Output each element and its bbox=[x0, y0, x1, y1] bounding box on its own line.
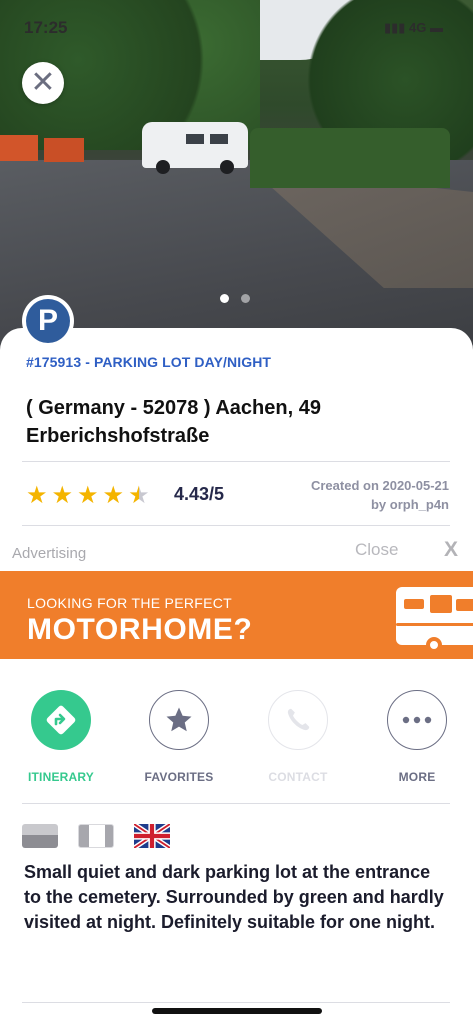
action-bar: ITINERARY FAVORITES CONTACT MORE bbox=[0, 690, 473, 790]
parking-badge: P bbox=[22, 295, 74, 347]
banner-tagline: LOOKING FOR THE PERFECT bbox=[27, 595, 232, 611]
close-icon: ✕ bbox=[30, 66, 56, 99]
place-description: Small quiet and dark parking lot at the … bbox=[24, 862, 444, 932]
flag-germany-icon[interactable] bbox=[22, 824, 58, 848]
favorites-circle[interactable] bbox=[149, 690, 209, 750]
banner-headline: MOTORHOME? bbox=[27, 613, 253, 646]
created-info: Created on 2020-05-21 by orph_p4n bbox=[311, 476, 449, 514]
photo-container bbox=[0, 135, 38, 161]
star-half-icon: ★ bbox=[128, 482, 150, 509]
advertising-label: Advertising bbox=[12, 545, 87, 562]
more-label: MORE bbox=[398, 770, 436, 784]
star-icon: ★ bbox=[102, 482, 125, 509]
divider bbox=[22, 1002, 450, 1003]
star-icon: ★ bbox=[51, 482, 74, 509]
status-time: 17:25 bbox=[24, 18, 68, 37]
created-author[interactable]: by orph_p4n bbox=[311, 495, 449, 514]
divider bbox=[22, 461, 450, 462]
motorhome-ad-banner[interactable]: LOOKING FOR THE PERFECT MOTORHOME? bbox=[0, 571, 473, 659]
star-icon bbox=[166, 707, 192, 732]
photo-pager[interactable] bbox=[220, 294, 250, 303]
ad-close-button[interactable]: Close bbox=[355, 540, 398, 560]
favorites-button[interactable]: FAVORITES bbox=[134, 690, 224, 784]
contact-circle[interactable] bbox=[268, 690, 328, 750]
created-date: Created on 2020-05-21 bbox=[310, 478, 449, 493]
rating-value: 4.43/5 bbox=[174, 484, 225, 504]
place-address: ( Germany - 52078 ) Aachen, 49 Erberichs… bbox=[26, 397, 321, 447]
star-icon: ★ bbox=[77, 482, 99, 509]
close-button[interactable]: ✕ bbox=[22, 62, 64, 104]
rating-stars: ★ ★ ★ ★ ★ bbox=[26, 481, 150, 510]
directions-icon bbox=[46, 705, 76, 735]
contact-label: CONTACT bbox=[268, 770, 328, 784]
photo-container bbox=[44, 138, 84, 162]
pager-dot[interactable] bbox=[241, 294, 250, 303]
divider bbox=[22, 525, 450, 526]
parking-icon: P bbox=[26, 299, 70, 343]
flag-uk-icon[interactable] bbox=[134, 824, 170, 848]
pager-dot-active[interactable] bbox=[220, 294, 229, 303]
favorites-label: FAVORITES bbox=[144, 770, 214, 784]
phone-icon bbox=[287, 708, 310, 731]
place-reference: #175913 - PARKING LOT DAY/NIGHT bbox=[26, 354, 272, 370]
star-icon: ★ bbox=[26, 482, 48, 509]
ad-dismiss-icon[interactable]: X bbox=[444, 538, 458, 562]
more-icon bbox=[402, 716, 432, 724]
itinerary-button[interactable]: ITINERARY bbox=[16, 690, 106, 784]
contact-button[interactable]: CONTACT bbox=[253, 690, 343, 784]
motorhome-icon bbox=[396, 587, 473, 653]
flag-france-icon[interactable] bbox=[78, 824, 114, 848]
home-indicator[interactable] bbox=[152, 1008, 322, 1014]
status-network: ▮▮▮ 4G ▬ bbox=[383, 20, 443, 35]
more-circle[interactable] bbox=[387, 690, 447, 750]
network-label: 4G bbox=[409, 20, 427, 35]
photo-camper bbox=[142, 122, 248, 174]
itinerary-label: ITINERARY bbox=[27, 770, 95, 784]
more-button[interactable]: MORE bbox=[372, 690, 462, 784]
itinerary-circle[interactable] bbox=[31, 690, 91, 750]
language-icons-row bbox=[22, 824, 170, 848]
divider bbox=[22, 803, 450, 804]
photo-hedge bbox=[250, 128, 450, 188]
